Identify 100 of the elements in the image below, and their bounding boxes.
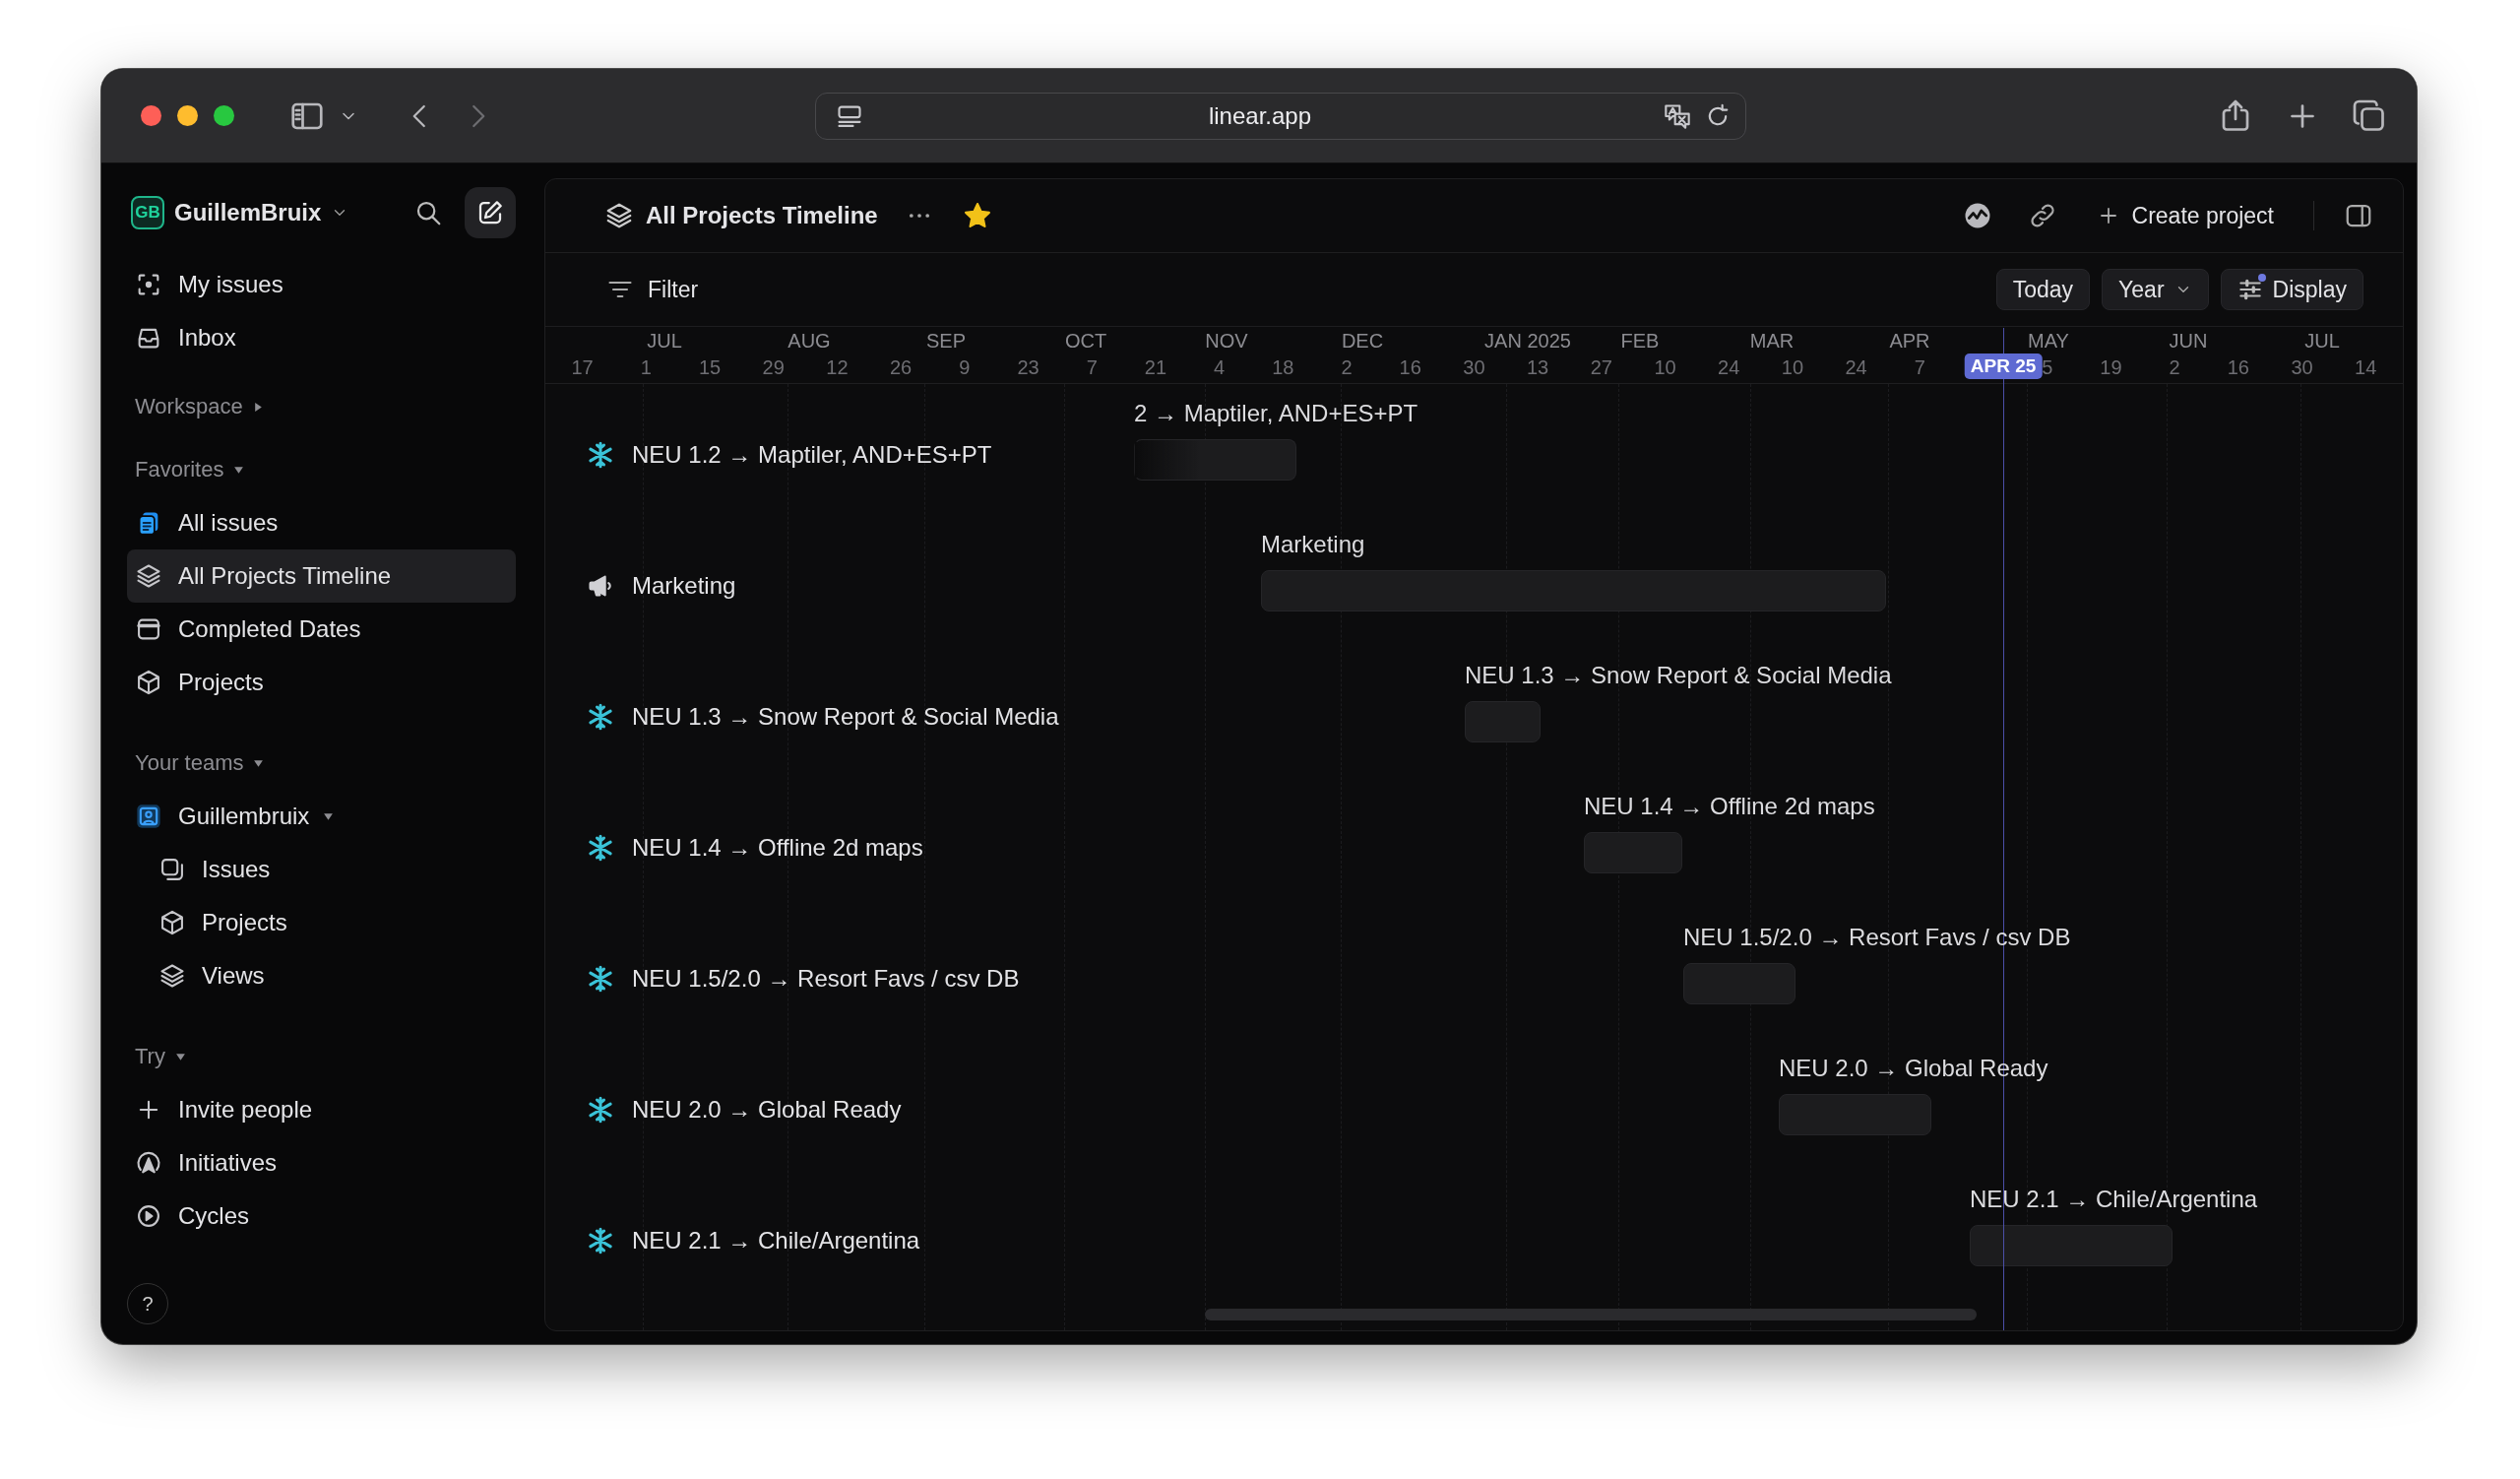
- date-label: 21: [1144, 356, 1166, 379]
- issues-icon: [158, 856, 186, 883]
- close-button[interactable]: [141, 105, 161, 126]
- snowflake-icon: [587, 1096, 614, 1124]
- date-label: 7: [1086, 356, 1098, 379]
- sidebar-item[interactable]: Issues: [127, 843, 516, 896]
- sidebar-item[interactable]: Projects: [127, 656, 516, 709]
- date-label: 24: [1718, 356, 1740, 379]
- date-label: 16: [2227, 356, 2249, 379]
- workspace-switcher[interactable]: GB GuillemBruix: [127, 196, 349, 229]
- date-label: 2: [2169, 356, 2180, 379]
- sidebar-item[interactable]: Guillembruix: [127, 790, 516, 843]
- sidebar-item[interactable]: Initiatives: [127, 1136, 516, 1190]
- cube-icon: [135, 669, 162, 696]
- date-label: 23: [1017, 356, 1040, 379]
- sidebar-item[interactable]: My issues: [127, 258, 516, 311]
- create-project-button[interactable]: Create project: [2092, 196, 2278, 235]
- date-label: 7: [1914, 356, 1925, 379]
- date-label: 9: [959, 356, 971, 379]
- section-header[interactable]: Workspace: [127, 382, 516, 431]
- scrollbar[interactable]: [1205, 1309, 1977, 1320]
- project-name[interactable]: NEU 1.5/2.0 → Resort Favs / csv DB: [587, 965, 1020, 993]
- date-label: 24: [1845, 356, 1867, 379]
- month-label: AUG: [788, 330, 831, 353]
- sidebar-item[interactable]: All Projects Timeline: [127, 549, 516, 603]
- caret-icon: [323, 810, 335, 822]
- section-header[interactable]: Favorites: [127, 445, 516, 494]
- snowflake-icon: [587, 441, 614, 469]
- date-label: 30: [2291, 356, 2313, 379]
- url-text: linear.app: [1207, 101, 1313, 130]
- snowflake-icon: [587, 965, 614, 993]
- view-title: All Projects Timeline: [646, 202, 878, 229]
- month-label: DEC: [1341, 330, 1384, 353]
- sidebar-item[interactable]: Cycles: [127, 1190, 516, 1243]
- bar-label: Marketing: [1261, 531, 1365, 558]
- zoom-button[interactable]: [214, 105, 234, 126]
- sidebar-item[interactable]: Inbox: [127, 311, 516, 364]
- month-label: FEB: [1620, 330, 1660, 353]
- date-label: 5: [2042, 356, 2053, 379]
- display-button[interactable]: Display: [2220, 269, 2363, 310]
- project-name[interactable]: NEU 1.4 → Offline 2d maps: [587, 834, 923, 862]
- today-marker: APR 25: [1964, 354, 2043, 379]
- sidebar-item[interactable]: All issues: [127, 496, 516, 549]
- sidebar-item[interactable]: Views: [127, 949, 516, 1002]
- month-label: NOV: [1205, 330, 1248, 353]
- caret-icon: [174, 1051, 186, 1062]
- month-label: JUN: [2169, 330, 2208, 353]
- month-label: OCT: [1064, 330, 1107, 353]
- date-label: 27: [1590, 356, 1612, 379]
- compose-button[interactable]: [465, 187, 516, 238]
- month-label: SEP: [926, 330, 966, 353]
- sliders-icon: [2236, 277, 2263, 302]
- address-bar[interactable]: linear.app: [815, 92, 1746, 140]
- date-label: 10: [1654, 356, 1676, 379]
- date-label: 1: [640, 356, 652, 379]
- sidebar-item[interactable]: Projects: [127, 896, 516, 949]
- project-name[interactable]: NEU 1.3 → Snow Report & Social Media: [587, 703, 1059, 731]
- project-name[interactable]: Marketing: [587, 572, 736, 600]
- month-label: JUL: [2304, 330, 2340, 353]
- workspace-avatar: GB: [131, 196, 164, 229]
- project-name[interactable]: NEU 1.2 → Maptiler, AND+ES+PT: [587, 441, 992, 469]
- layers-icon: [135, 562, 162, 590]
- date-label: 19: [2100, 356, 2122, 379]
- date-label: 29: [762, 356, 785, 379]
- layers-icon: [604, 201, 634, 230]
- snowflake-icon: [587, 1227, 614, 1254]
- date-label: 10: [1781, 356, 1803, 379]
- zoom-dropdown[interactable]: Year: [2102, 269, 2209, 310]
- tabs-icon[interactable]: [2352, 97, 2387, 134]
- bar-label: NEU 1.3 → Snow Report & Social Media: [1465, 662, 1892, 689]
- minimize-button[interactable]: [177, 105, 198, 126]
- bar-label: 2 → Maptiler, AND+ES+PT: [1134, 400, 1418, 427]
- month-label: APR: [1889, 330, 1930, 353]
- date-label: 12: [826, 356, 849, 379]
- date-label: 15: [698, 356, 722, 379]
- caret-icon: [233, 464, 245, 476]
- date-label: 30: [1463, 356, 1485, 379]
- layers-icon: [158, 962, 186, 990]
- cycle-icon: [135, 1202, 162, 1230]
- section-header[interactable]: Your teams: [127, 739, 516, 788]
- star-icon[interactable]: [962, 201, 992, 230]
- sidebar-item[interactable]: Completed Dates: [127, 603, 516, 656]
- section-header[interactable]: Try: [127, 1032, 516, 1081]
- project-name[interactable]: NEU 2.0 → Global Ready: [587, 1096, 902, 1124]
- date-label: 4: [1214, 356, 1226, 379]
- month-label: JUL: [647, 330, 682, 353]
- date-label: 14: [2355, 356, 2377, 379]
- sidebar-item[interactable]: Invite people: [127, 1083, 516, 1136]
- today-button[interactable]: Today: [1995, 269, 2091, 310]
- project-name[interactable]: NEU 2.1 → Chile/Argentina: [587, 1227, 920, 1254]
- caret-icon: [253, 757, 265, 769]
- date-label: 26: [889, 356, 913, 379]
- snowflake-icon: [587, 703, 614, 731]
- bar-label: NEU 1.4 → Offline 2d maps: [1584, 793, 1875, 820]
- date-label: 2: [1341, 356, 1353, 379]
- month-label: MAY: [2028, 330, 2069, 353]
- filter-button[interactable]: Filter: [602, 272, 703, 307]
- caret-icon: [252, 401, 264, 413]
- team-icon: [135, 803, 162, 830]
- month-label: MAR: [1749, 330, 1795, 353]
